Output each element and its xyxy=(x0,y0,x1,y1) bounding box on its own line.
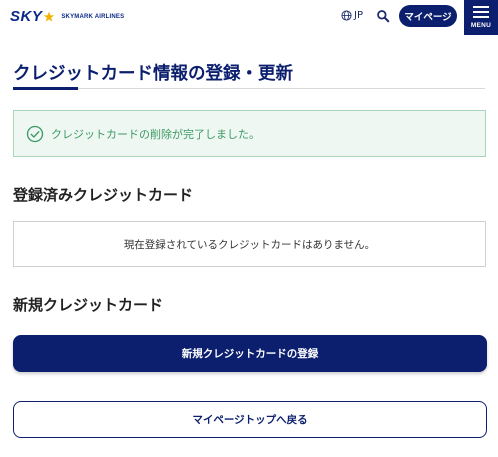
empty-message: 現在登録されているクレジットカードはありません。 xyxy=(123,238,376,251)
new-card-heading: 新規クレジットカード xyxy=(13,296,164,314)
register-new-card-button[interactable]: 新規クレジットカードの登録 xyxy=(13,335,487,372)
notice-message: クレジットカードの削除が完了しました。 xyxy=(51,127,260,141)
back-to-mypage-button[interactable]: マイページトップへ戻る xyxy=(13,401,487,438)
mypage-button[interactable]: マイページ xyxy=(399,5,457,27)
globe-icon xyxy=(341,10,352,21)
title-accent-bar xyxy=(13,87,78,90)
menu-label: MENU xyxy=(470,22,492,29)
language-switcher[interactable]: JP xyxy=(341,10,363,21)
logo-wordmark: SKY xyxy=(10,8,43,25)
star-icon xyxy=(44,11,55,22)
hamburger-icon-bar xyxy=(473,16,489,18)
hamburger-icon xyxy=(473,6,489,8)
check-circle-icon xyxy=(26,125,44,142)
registered-cards-empty: 現在登録されているクレジットカードはありません。 xyxy=(13,221,486,267)
registered-cards-heading: 登録済みクレジットカード xyxy=(13,186,194,204)
logo-subtext: SKYMARK AIRLINES xyxy=(61,13,125,20)
site-header: SKY SKYMARK AIRLINES JP マイページ MENU xyxy=(0,0,498,35)
hamburger-icon-bar xyxy=(473,11,489,13)
page-title: クレジットカード情報の登録・更新 xyxy=(13,64,293,84)
skymark-logo[interactable]: SKY SKYMARK AIRLINES xyxy=(10,8,124,25)
menu-button[interactable]: MENU xyxy=(464,0,498,35)
title-divider xyxy=(13,88,485,89)
search-icon[interactable] xyxy=(376,9,390,23)
success-notice: クレジットカードの削除が完了しました。 xyxy=(13,110,486,157)
language-label: JP xyxy=(354,10,363,21)
